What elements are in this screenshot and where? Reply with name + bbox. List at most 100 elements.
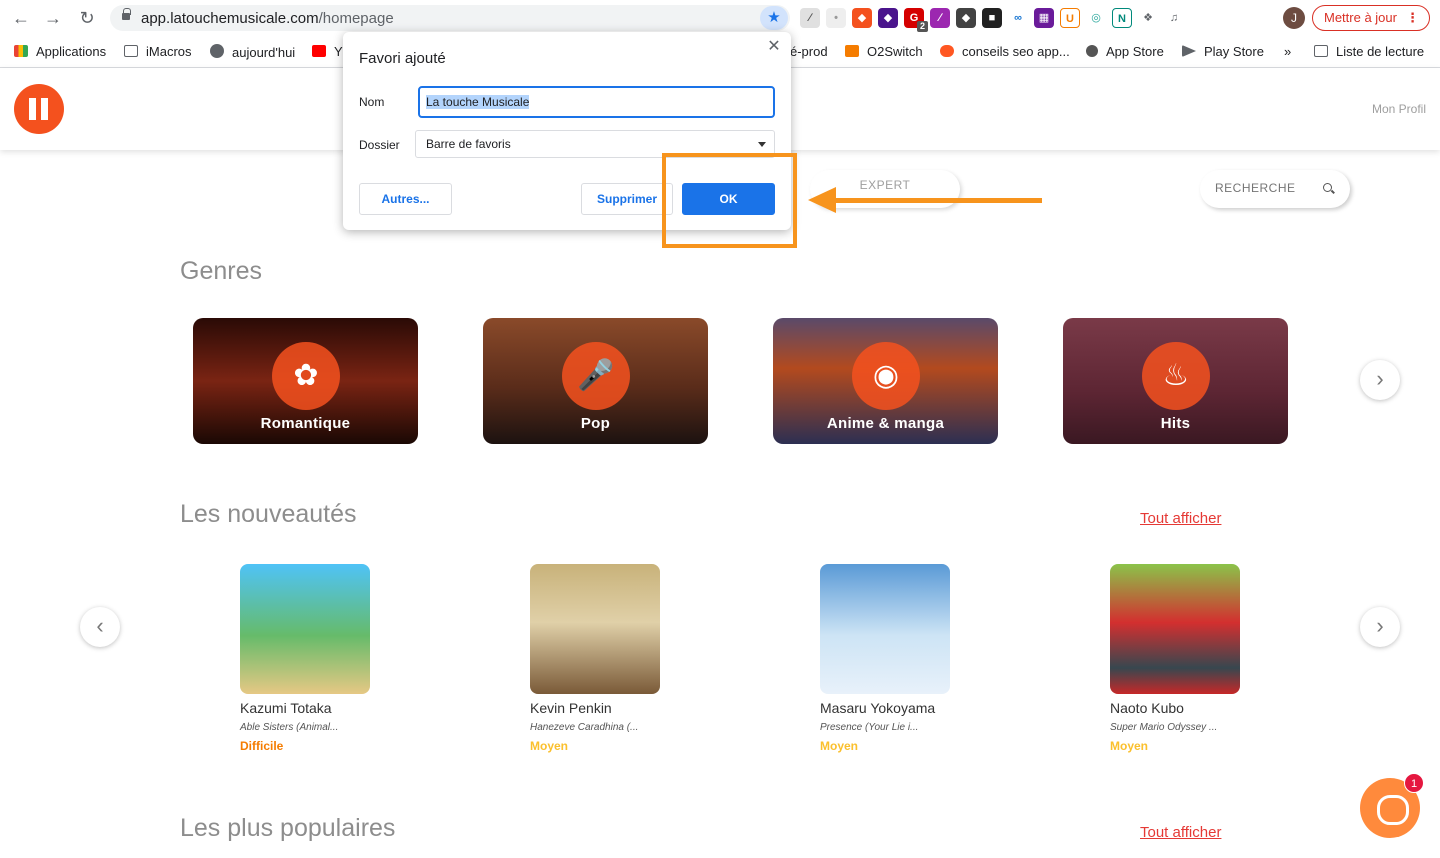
song-card[interactable]: Masaru Yokoyama Presence (Your Lie i... … [820, 564, 980, 753]
bookmark-eprod[interactable]: é-prod [790, 44, 828, 59]
genre-card-romantique[interactable]: ✿ Romantique [193, 318, 418, 444]
lock-icon [122, 8, 131, 20]
profile-link[interactable]: Mon Profil [1372, 102, 1426, 116]
rose-icon: ✿ [272, 342, 340, 410]
pointer-arrow-icon [808, 187, 836, 213]
o2switch-icon [845, 45, 859, 57]
bookmark-conseils-seo[interactable]: conseils seo app... [940, 44, 1070, 59]
other-button[interactable]: Autres... [359, 183, 452, 215]
update-button[interactable]: Mettre à jour ⋮ [1312, 5, 1430, 31]
bookmark-app-store[interactable]: App Store [1086, 44, 1164, 59]
extension-icon[interactable]: ▦ [1034, 8, 1054, 28]
bookmark-o2switch[interactable]: O2Switch [845, 44, 923, 59]
bookmark-youtube[interactable]: Y [312, 44, 343, 59]
song-level: Moyen [530, 739, 569, 753]
youtube-icon [312, 45, 326, 57]
name-label: Nom [359, 95, 385, 109]
search-icon[interactable] [1323, 183, 1332, 192]
puzzle-icon[interactable]: ❖ [1138, 8, 1158, 28]
extensions-bar: ∕ • ◆ ◆ G2 ∕ ◆ ■ ∞ ▦ U ◎ N ❖ ♫ [800, 8, 1184, 32]
browser-toolbar: ← → ↻ app.latouchemusicale.com/homepage … [0, 0, 1440, 36]
song-title: Hanezeve Caradhina (... [530, 722, 639, 733]
song-title: Super Mario Odyssey ... [1110, 722, 1218, 733]
bookmark-name-input[interactable]: La touche Musicale [418, 86, 775, 118]
bookmark-star-icon[interactable]: ★ [760, 6, 788, 30]
extension-icon[interactable]: G2 [904, 8, 928, 32]
genre-label: Pop [580, 415, 611, 432]
song-card[interactable]: Kevin Penkin Hanezeve Caradhina (... Moy… [530, 564, 690, 753]
reload-icon[interactable]: ↻ [76, 7, 98, 29]
play-icon [1182, 45, 1196, 57]
song-level: Moyen [1110, 739, 1149, 753]
menu-dots-icon[interactable]: ⋮ [1406, 6, 1419, 30]
song-cover[interactable] [240, 564, 370, 694]
genre-card-hits[interactable]: ♨ Hits [1063, 318, 1288, 444]
media-queue-icon[interactable]: ♫ [1164, 8, 1184, 28]
apps-grid-icon [14, 45, 28, 57]
song-card[interactable]: Naoto Kubo Super Mario Odyssey ... Moyen [1110, 564, 1270, 753]
extension-icon[interactable]: ◆ [956, 8, 976, 28]
pokeball-icon: ◉ [852, 342, 920, 410]
flame-icon: ♨ [1142, 342, 1210, 410]
link-icon[interactable]: ∞ [1008, 8, 1028, 28]
genre-label: Hits [1160, 415, 1191, 432]
song-cover[interactable] [820, 564, 950, 694]
extension-icon[interactable]: ∕ [800, 8, 820, 28]
bookmarks-overflow[interactable]: » [1284, 44, 1291, 59]
songs-prev-arrow-icon[interactable]: ‹ [80, 607, 120, 647]
song-cover[interactable] [530, 564, 660, 694]
song-artist: Masaru Yokoyama [820, 700, 936, 716]
forward-arrow-icon[interactable]: → [42, 7, 64, 29]
search-input[interactable]: RECHERCHE [1200, 170, 1350, 208]
song-artist: Naoto Kubo [1110, 700, 1184, 716]
song-artist: Kazumi Totaka [240, 700, 332, 716]
folder-label: Dossier [359, 138, 400, 152]
genre-card-anime-manga[interactable]: ◉ Anime & manga [773, 318, 998, 444]
bookmark-imacros[interactable]: iMacros [124, 44, 192, 59]
extension-icon[interactable]: N [1112, 8, 1132, 28]
genre-label: Romantique [260, 415, 351, 432]
song-cover[interactable] [1110, 564, 1240, 694]
song-card[interactable]: Kazumi Totaka Able Sisters (Animal... Di… [240, 564, 400, 753]
extension-icon[interactable]: ◆ [878, 8, 898, 28]
reading-list[interactable]: Liste de lecture [1314, 44, 1424, 59]
delete-button[interactable]: Supprimer [581, 183, 673, 215]
extension-icon[interactable]: ∕ [930, 8, 950, 28]
see-all-popular-link[interactable]: Tout afficher [1140, 824, 1221, 841]
close-icon[interactable]: ✕ [765, 38, 783, 56]
see-all-new-link[interactable]: Tout afficher [1140, 510, 1221, 527]
globe-icon [210, 44, 224, 58]
folder-icon [124, 45, 138, 57]
genres-title: Genres [180, 257, 262, 285]
bookmark-play-store[interactable]: Play Store [1182, 44, 1264, 59]
song-level: Difficile [240, 739, 284, 753]
new-songs-title: Les nouveautés [180, 500, 357, 528]
extension-icon[interactable]: • [826, 8, 846, 28]
extension-icon[interactable]: ◎ [1086, 8, 1106, 28]
extension-icon[interactable]: U [1060, 8, 1080, 28]
genre-card-pop[interactable]: 🎤 Pop [483, 318, 708, 444]
semrush-icon [940, 45, 954, 57]
extension-icon[interactable]: ◆ [852, 8, 872, 28]
songs-next-arrow-icon[interactable]: › [1360, 607, 1400, 647]
avatar[interactable]: J [1283, 7, 1305, 29]
back-arrow-icon[interactable]: ← [10, 7, 32, 29]
extension-icon[interactable]: ■ [982, 8, 1002, 28]
url-text: app.latouchemusicale.com/homepage [141, 10, 394, 27]
genre-label: Anime & manga [826, 415, 945, 432]
apple-icon [1086, 45, 1098, 57]
song-title: Able Sisters (Animal... [240, 722, 339, 733]
dialog-title: Favori ajouté [359, 50, 446, 67]
search-label: RECHERCHE [1215, 181, 1296, 195]
pointer-arrow-line [835, 198, 1042, 203]
bookmark-applications[interactable]: Applications [14, 44, 106, 59]
genres-next-arrow-icon[interactable]: › [1360, 360, 1400, 400]
song-level: Moyen [820, 739, 859, 753]
highlight-box [662, 153, 797, 248]
reading-list-icon [1314, 45, 1328, 57]
bookmark-aujourdhui[interactable]: aujourd'hui [210, 44, 295, 60]
song-artist: Kevin Penkin [530, 700, 612, 716]
app-logo[interactable] [14, 84, 64, 134]
address-bar[interactable]: app.latouchemusicale.com/homepage ★ [110, 5, 790, 31]
popular-title: Les plus populaires [180, 814, 396, 842]
